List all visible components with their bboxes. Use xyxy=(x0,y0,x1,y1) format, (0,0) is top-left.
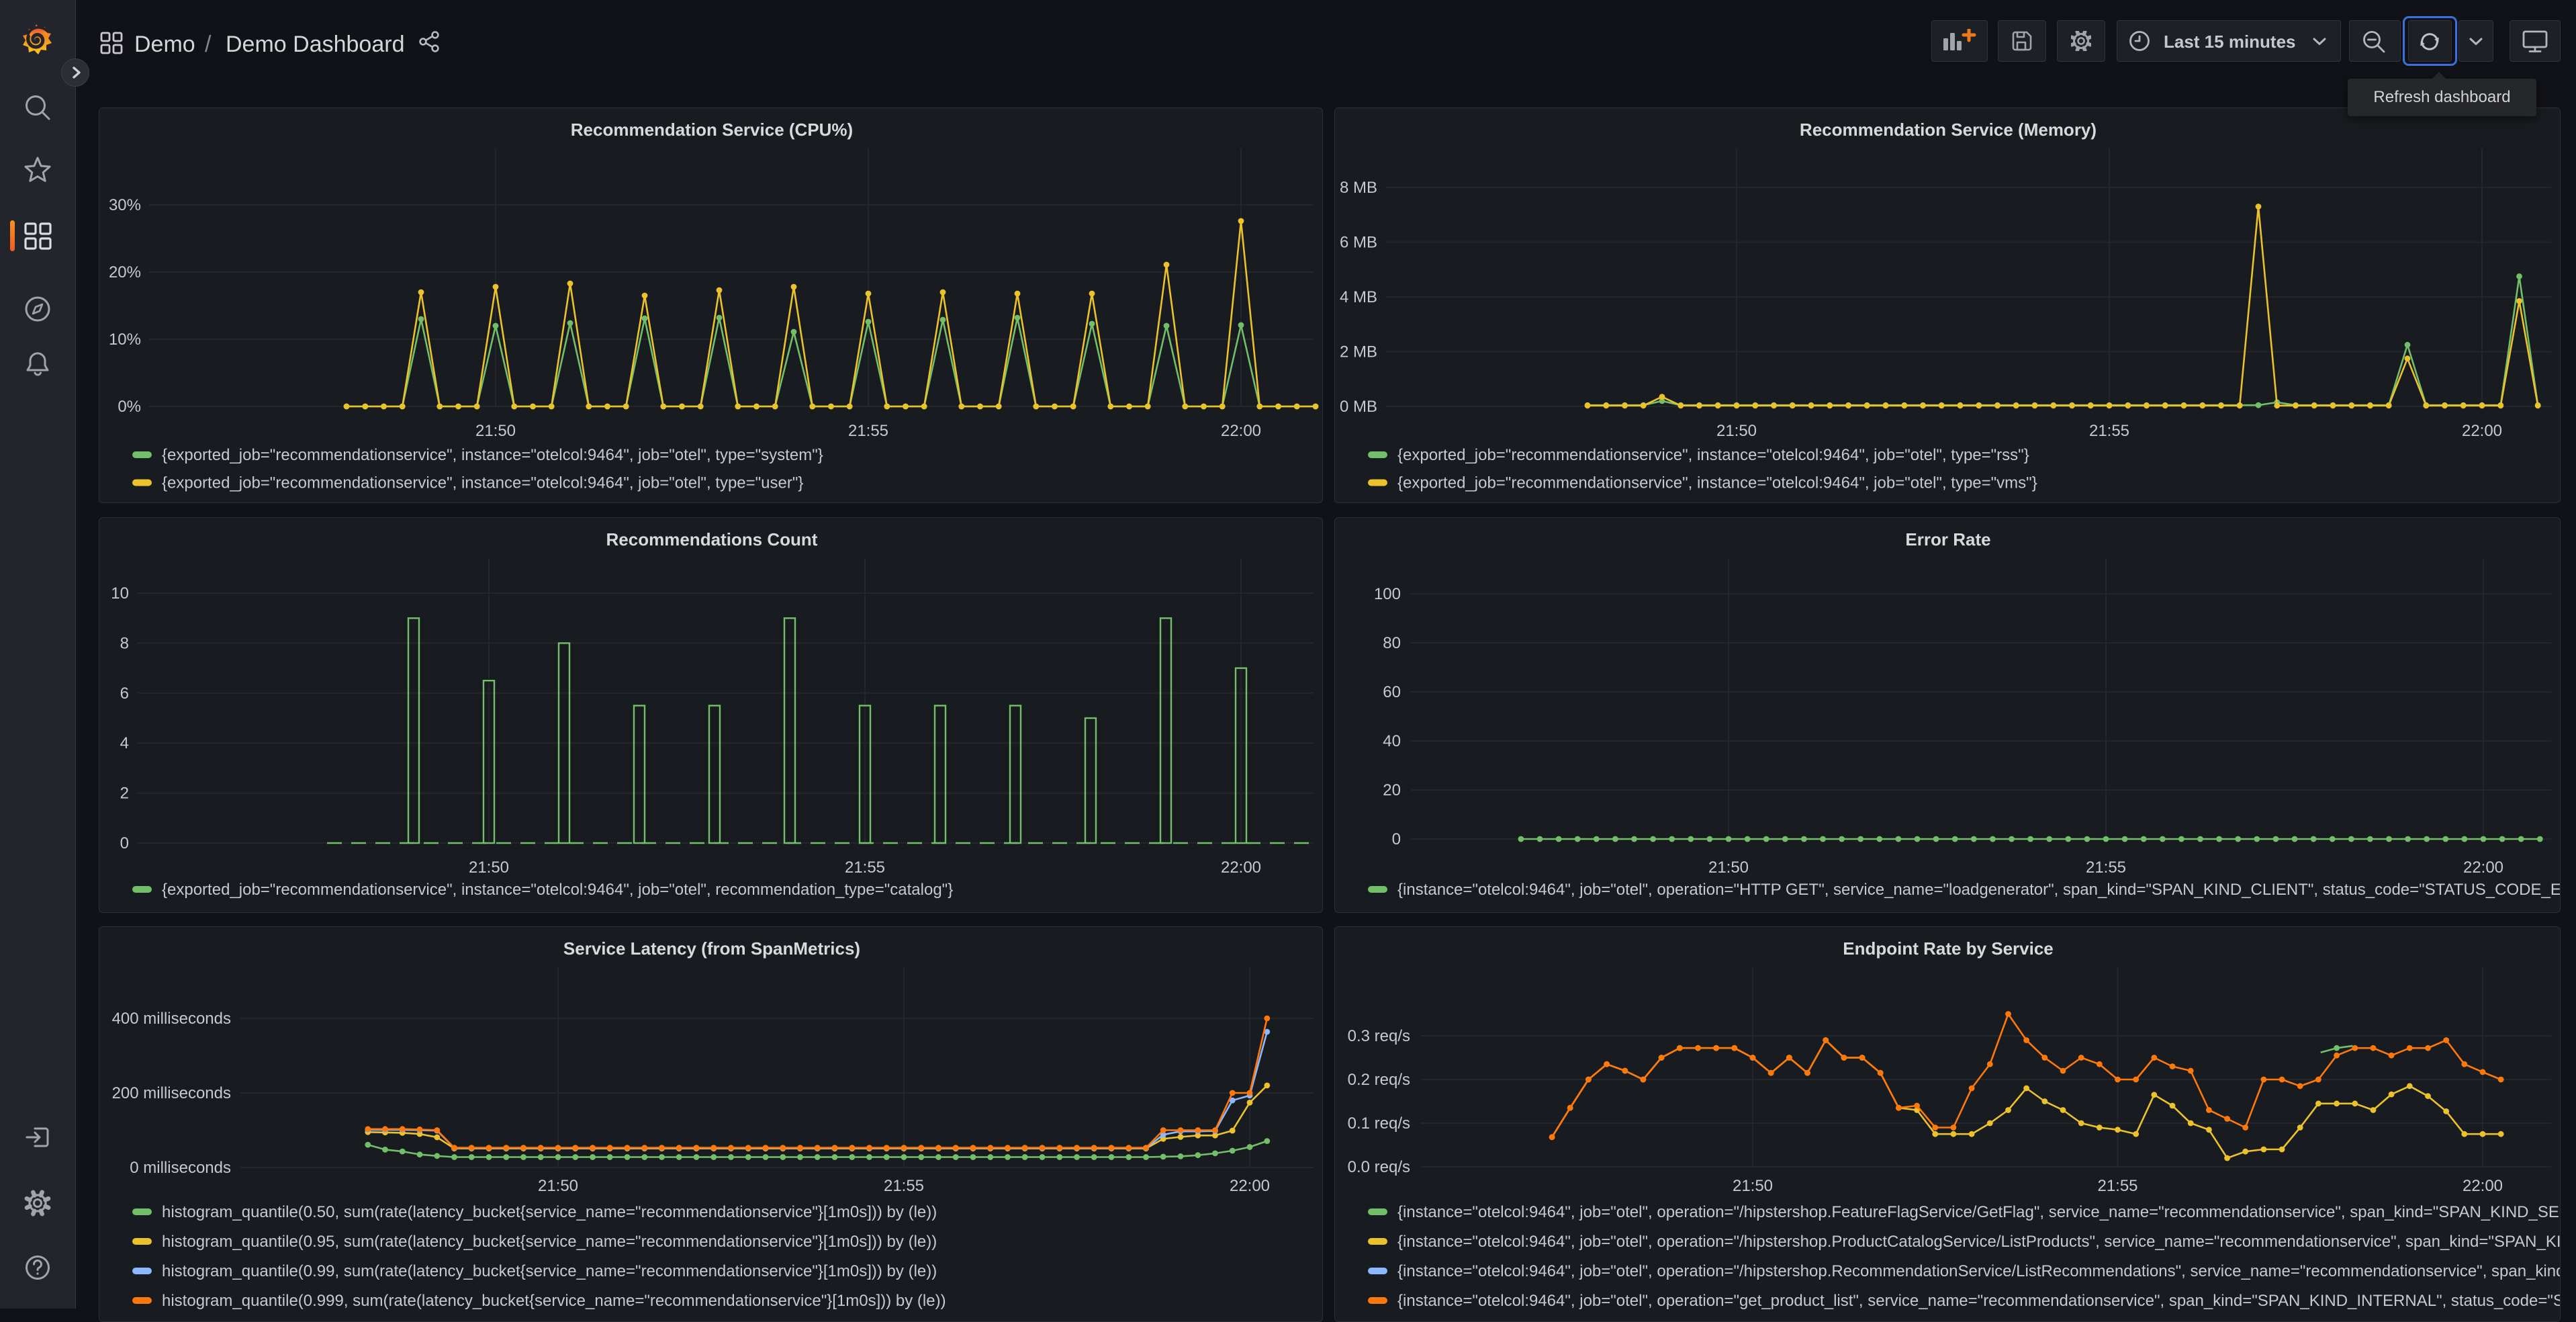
svg-text:Error Rate: Error Rate xyxy=(1905,529,1990,549)
svg-text:21:50: 21:50 xyxy=(538,1177,578,1195)
svg-text:{instance="otelcol:9464", job=: {instance="otelcol:9464", job="otel", op… xyxy=(1397,881,2561,899)
svg-text:21:50: 21:50 xyxy=(475,422,516,440)
svg-text:Recommendation Service (CPU%): Recommendation Service (CPU%) xyxy=(571,120,853,140)
svg-text:8: 8 xyxy=(120,634,129,652)
svg-text:4: 4 xyxy=(120,734,129,752)
svg-text:21:50: 21:50 xyxy=(1708,858,1749,877)
svg-text:20%: 20% xyxy=(109,263,141,281)
svg-text:21:55: 21:55 xyxy=(884,1177,924,1195)
svg-text:22:00: 22:00 xyxy=(1221,858,1261,877)
svg-text:{instance="otelcol:9464", job=: {instance="otelcol:9464", job="otel", op… xyxy=(1397,1233,2561,1251)
svg-text:0: 0 xyxy=(120,834,129,852)
svg-text:0 milliseconds: 0 milliseconds xyxy=(130,1159,231,1177)
svg-text:21:50: 21:50 xyxy=(1733,1177,1773,1195)
svg-text:30%: 30% xyxy=(109,196,141,214)
svg-text:10%: 10% xyxy=(109,330,141,349)
svg-text:{instance="otelcol:9464", job=: {instance="otelcol:9464", job="otel", op… xyxy=(1397,1203,2561,1221)
svg-text:21:55: 21:55 xyxy=(2089,422,2129,440)
svg-text:21:55: 21:55 xyxy=(2097,1177,2137,1195)
svg-text:21:55: 21:55 xyxy=(845,858,885,877)
svg-text:0.1 req/s: 0.1 req/s xyxy=(1348,1114,1410,1133)
svg-text:21:50: 21:50 xyxy=(469,858,509,877)
svg-text:2: 2 xyxy=(120,785,129,803)
svg-text:0.0 req/s: 0.0 req/s xyxy=(1348,1158,1410,1176)
svg-text:2 MB: 2 MB xyxy=(1340,343,1377,361)
svg-text:21:55: 21:55 xyxy=(2086,858,2126,877)
svg-text:histogram_quantile(0.95, sum(r: histogram_quantile(0.95, sum(rate(latenc… xyxy=(162,1233,937,1251)
svg-text:20: 20 xyxy=(1383,781,1401,799)
svg-text:8 MB: 8 MB xyxy=(1340,179,1377,197)
svg-text:{exported_job="recommendations: {exported_job="recommendationservice", i… xyxy=(162,881,953,899)
svg-text:Endpoint Rate by Service: Endpoint Rate by Service xyxy=(1843,938,2054,959)
svg-text:400 milliseconds: 400 milliseconds xyxy=(112,1010,231,1028)
svg-text:80: 80 xyxy=(1383,634,1401,652)
svg-text:{instance="otelcol:9464", job=: {instance="otelcol:9464", job="otel", op… xyxy=(1397,1292,2561,1310)
svg-text:Service Latency (from SpanMetr: Service Latency (from SpanMetrics) xyxy=(563,938,860,959)
svg-text:22:00: 22:00 xyxy=(2463,1177,2503,1195)
svg-text:100: 100 xyxy=(1374,585,1401,603)
svg-text:6: 6 xyxy=(120,685,129,703)
svg-text:22:00: 22:00 xyxy=(2462,422,2502,440)
svg-text:{exported_job="recommendations: {exported_job="recommendationservice", i… xyxy=(162,474,803,492)
svg-text:Recommendations Count: Recommendations Count xyxy=(606,529,818,549)
svg-text:4 MB: 4 MB xyxy=(1340,288,1377,306)
svg-text:histogram_quantile(0.99, sum(r: histogram_quantile(0.99, sum(rate(latenc… xyxy=(162,1262,937,1280)
svg-text:0.3 req/s: 0.3 req/s xyxy=(1348,1027,1410,1045)
svg-text:6 MB: 6 MB xyxy=(1340,234,1377,252)
svg-text:0: 0 xyxy=(1392,830,1401,848)
svg-text:{exported_job="recommendations: {exported_job="recommendationservice", i… xyxy=(162,446,823,464)
svg-text:histogram_quantile(0.50, sum(r: histogram_quantile(0.50, sum(rate(latenc… xyxy=(162,1203,937,1221)
svg-text:21:50: 21:50 xyxy=(1716,422,1757,440)
svg-text:{exported_job="recommendations: {exported_job="recommendationservice", i… xyxy=(1397,446,2029,464)
svg-text:60: 60 xyxy=(1383,683,1401,701)
svg-text:Recommendation Service (Memory: Recommendation Service (Memory) xyxy=(1800,120,2097,140)
svg-text:21:55: 21:55 xyxy=(848,422,888,440)
svg-text:histogram_quantile(0.999, sum(: histogram_quantile(0.999, sum(rate(laten… xyxy=(162,1292,946,1310)
svg-text:22:00: 22:00 xyxy=(1230,1177,1270,1195)
svg-text:200 milliseconds: 200 milliseconds xyxy=(112,1084,231,1102)
svg-text:22:00: 22:00 xyxy=(2463,858,2503,877)
svg-text:40: 40 xyxy=(1383,732,1401,750)
svg-text:10: 10 xyxy=(111,584,129,603)
svg-text:0.2 req/s: 0.2 req/s xyxy=(1348,1071,1410,1089)
svg-text:0 MB: 0 MB xyxy=(1340,398,1377,416)
svg-text:22:00: 22:00 xyxy=(1221,422,1261,440)
svg-text:{instance="otelcol:9464", job=: {instance="otelcol:9464", job="otel", op… xyxy=(1397,1262,2561,1280)
svg-text:0%: 0% xyxy=(118,398,141,416)
svg-text:{exported_job="recommendations: {exported_job="recommendationservice", i… xyxy=(1397,474,2037,492)
